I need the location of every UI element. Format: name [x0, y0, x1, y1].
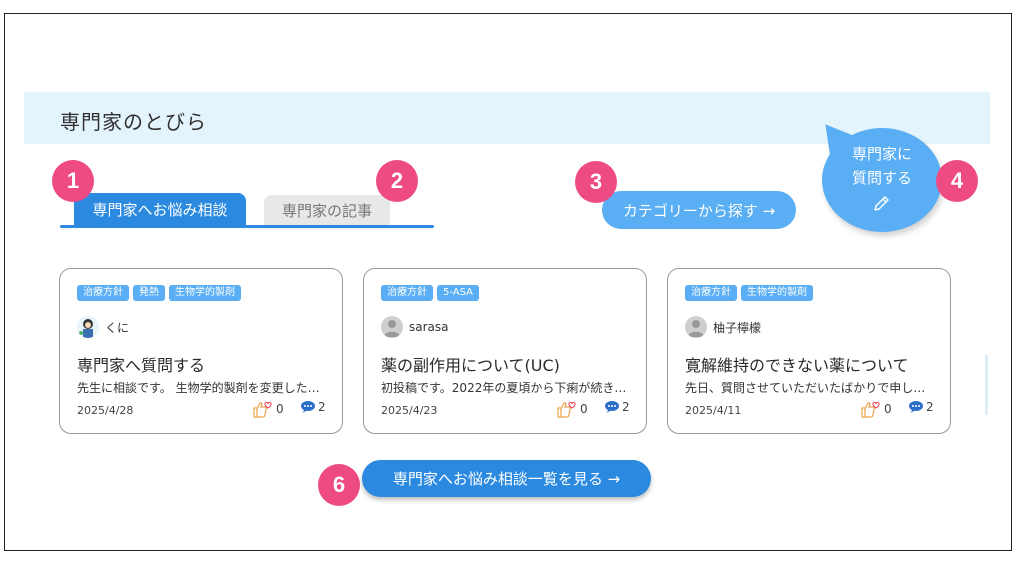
comment-count: 2 — [318, 400, 326, 414]
author: 柚子檸檬 — [685, 316, 761, 338]
tab-consultation[interactable]: 専門家へお悩み相談 — [74, 193, 246, 226]
tag[interactable]: 治療方針 — [381, 285, 433, 301]
card-excerpt: 初投稿です。2022年の夏頃から下痢が続き… — [381, 381, 627, 395]
comment-count: 2 — [622, 400, 630, 414]
thumbs-up-heart-icon — [557, 401, 576, 418]
card-title: 寛解維持のできない薬について — [685, 356, 909, 375]
thumbs-up-heart-icon — [861, 401, 880, 418]
card-title: 薬の副作用について(UC) — [381, 356, 560, 375]
comment-icon — [909, 401, 923, 413]
avatar — [77, 316, 99, 338]
author-name: くに — [105, 320, 130, 335]
like-button[interactable]: 0 — [252, 400, 284, 418]
next-card-edge — [985, 355, 988, 415]
author: sarasa — [381, 316, 449, 338]
author: くに — [77, 316, 129, 338]
tag[interactable]: 生物学的製剤 — [169, 285, 241, 301]
consultation-card[interactable]: 治療方針 5-ASA sarasa 薬の副作用について(UC) 初投稿です。20… — [363, 268, 647, 434]
avatar — [381, 316, 403, 338]
card-date: 2025/4/11 — [685, 404, 742, 417]
ask-expert-button[interactable]: 専門家に 質問する — [813, 115, 942, 232]
author-name: 柚子檸檬 — [713, 320, 762, 335]
tab-articles[interactable]: 専門家の記事 — [264, 195, 390, 225]
consultation-card[interactable]: 治療方針 発熱 生物学的製剤 くに 専門家へ質問する 先生に相談です。 生物学的… — [59, 268, 343, 434]
ask-expert-label: 専門家に 質問する — [851, 145, 912, 187]
like-button[interactable]: 0 — [556, 400, 588, 418]
callout-6: 6 — [318, 464, 360, 506]
category-search-button[interactable]: カテゴリーから探す → — [602, 191, 796, 229]
tabs-underline — [60, 225, 434, 228]
tag-list: 治療方針 発熱 生物学的製剤 — [77, 285, 241, 301]
tag[interactable]: 発熱 — [133, 285, 165, 301]
like-button[interactable]: 0 — [860, 400, 892, 418]
comment-icon — [301, 401, 315, 413]
like-count: 0 — [276, 402, 284, 416]
comment-count: 2 — [926, 400, 934, 414]
comment-button[interactable]: 2 — [908, 400, 934, 414]
consultation-card[interactable]: 治療方針 生物学的製剤 柚子檸檬 寛解維持のできない薬について 先日、質問させて… — [667, 268, 951, 434]
tag[interactable]: 5-ASA — [437, 285, 479, 301]
card-date: 2025/4/23 — [381, 404, 438, 417]
tag-list: 治療方針 5-ASA — [381, 285, 479, 301]
card-excerpt: 先日、質問させていただいたばかりで申し… — [685, 381, 926, 395]
pencil-icon — [874, 196, 889, 211]
like-count: 0 — [884, 402, 892, 416]
tag-list: 治療方針 生物学的製剤 — [685, 285, 813, 301]
tag[interactable]: 治療方針 — [685, 285, 737, 301]
callout-3: 3 — [575, 161, 617, 203]
tag[interactable]: 治療方針 — [77, 285, 129, 301]
card-date: 2025/4/28 — [77, 404, 134, 417]
comment-button[interactable]: 2 — [300, 400, 326, 414]
card-title: 専門家へ質問する — [77, 356, 206, 375]
comment-icon — [605, 401, 619, 413]
page-title: 専門家のとびら — [60, 110, 207, 134]
comment-button[interactable]: 2 — [604, 400, 630, 414]
card-excerpt: 先生に相談です。 生物学的製剤を変更した… — [77, 381, 320, 395]
callout-2: 2 — [376, 160, 418, 202]
author-name: sarasa — [409, 320, 449, 334]
like-count: 0 — [580, 402, 588, 416]
view-all-consultations-button[interactable]: 専門家へお悩み相談一覧を見る → — [362, 460, 651, 497]
tag[interactable]: 生物学的製剤 — [741, 285, 813, 301]
avatar — [685, 316, 707, 338]
callout-1: 1 — [52, 160, 94, 202]
callout-4: 4 — [936, 160, 978, 202]
thumbs-up-heart-icon — [253, 401, 272, 418]
